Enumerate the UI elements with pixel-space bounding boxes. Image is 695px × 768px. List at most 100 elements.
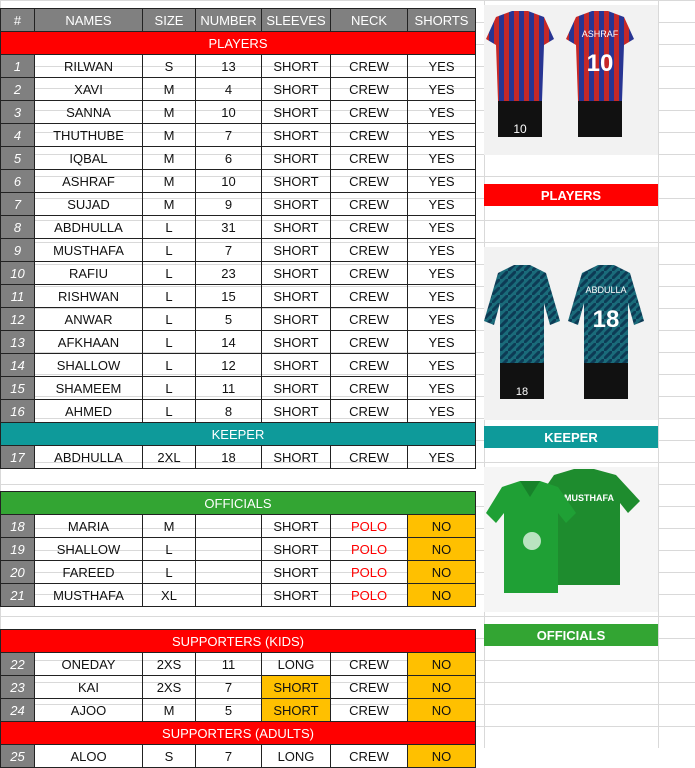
cell-neck[interactable]: CREW (330, 100, 408, 124)
cell-sleeves[interactable]: SHORT (261, 238, 331, 262)
cell-index[interactable]: 1 (0, 54, 35, 78)
cell-number[interactable]: 11 (195, 652, 262, 676)
cell-neck[interactable]: CREW (330, 399, 408, 423)
cell-name[interactable]: FAREED (34, 560, 143, 584)
cell-size[interactable]: 2XL (142, 445, 196, 469)
header-shorts[interactable]: SHORTS (407, 8, 476, 32)
cell-sleeves[interactable]: SHORT (261, 698, 331, 722)
cell-shorts[interactable]: YES (407, 100, 476, 124)
cell-shorts[interactable]: YES (407, 77, 476, 101)
cell-index[interactable]: 12 (0, 307, 35, 331)
empty-cell[interactable] (1, 607, 35, 630)
cell-name[interactable]: SHALLOW (34, 353, 143, 377)
cell-number[interactable]: 15 (195, 284, 262, 308)
cell-name[interactable]: KAI (34, 675, 143, 699)
cell-number[interactable]: 31 (195, 215, 262, 239)
cell-name[interactable]: MUSTHAFA (34, 238, 143, 262)
cell-number[interactable]: 9 (195, 192, 262, 216)
cell-size[interactable]: L (142, 353, 196, 377)
cell-shorts[interactable]: YES (407, 238, 476, 262)
empty-cell[interactable] (331, 607, 408, 630)
cell-shorts[interactable]: YES (407, 261, 476, 285)
cell-index[interactable]: 20 (0, 560, 35, 584)
cell-name[interactable]: ONEDAY (34, 652, 143, 676)
cell-number[interactable] (195, 514, 262, 538)
cell-name[interactable]: ABDHULLA (34, 215, 143, 239)
cell-neck[interactable]: CREW (330, 353, 408, 377)
cell-number[interactable]: 7 (195, 675, 262, 699)
header-size[interactable]: SIZE (142, 8, 196, 32)
cell-index[interactable]: 4 (0, 123, 35, 147)
empty-cell[interactable] (262, 607, 331, 630)
cell-name[interactable]: SUJAD (34, 192, 143, 216)
cell-neck[interactable]: CREW (330, 376, 408, 400)
cell-sleeves[interactable]: SHORT (261, 123, 331, 147)
cell-number[interactable]: 23 (195, 261, 262, 285)
cell-neck[interactable]: CREW (330, 169, 408, 193)
cell-name[interactable]: RILWAN (34, 54, 143, 78)
cell-name[interactable]: ANWAR (34, 307, 143, 331)
cell-neck[interactable]: CREW (330, 330, 408, 354)
cell-number[interactable]: 14 (195, 330, 262, 354)
cell-index[interactable]: 15 (0, 376, 35, 400)
cell-shorts[interactable]: YES (407, 284, 476, 308)
cell-sleeves[interactable]: SHORT (261, 169, 331, 193)
cell-number[interactable]: 10 (195, 100, 262, 124)
cell-name[interactable]: THUTHUBE (34, 123, 143, 147)
cell-sleeves[interactable]: SHORT (261, 261, 331, 285)
cell-neck[interactable]: POLO (330, 537, 408, 561)
cell-index[interactable]: 8 (0, 215, 35, 239)
empty-cell[interactable] (196, 469, 262, 492)
cell-shorts[interactable]: YES (407, 169, 476, 193)
cell-size[interactable]: L (142, 399, 196, 423)
cell-number[interactable]: 5 (195, 698, 262, 722)
cell-number[interactable]: 7 (195, 238, 262, 262)
section-title-supporters_kids[interactable]: SUPPORTERS (KIDS) (0, 629, 476, 653)
cell-index[interactable]: 9 (0, 238, 35, 262)
cell-shorts[interactable]: NO (407, 675, 476, 699)
cell-size[interactable]: L (142, 215, 196, 239)
cell-shorts[interactable]: YES (407, 376, 476, 400)
cell-index[interactable]: 11 (0, 284, 35, 308)
header-sleeves[interactable]: SLEEVES (261, 8, 331, 32)
cell-index[interactable]: 3 (0, 100, 35, 124)
cell-size[interactable]: M (142, 77, 196, 101)
cell-number[interactable]: 12 (195, 353, 262, 377)
cell-name[interactable]: RAFIU (34, 261, 143, 285)
cell-neck[interactable]: CREW (330, 445, 408, 469)
cell-number[interactable]: 11 (195, 376, 262, 400)
cell-sleeves[interactable]: SHORT (261, 445, 331, 469)
cell-number[interactable]: 4 (195, 77, 262, 101)
cell-neck[interactable]: CREW (330, 261, 408, 285)
cell-shorts[interactable]: YES (407, 146, 476, 170)
cell-sleeves[interactable]: SHORT (261, 307, 331, 331)
cell-index[interactable]: 13 (0, 330, 35, 354)
cell-number[interactable]: 7 (195, 123, 262, 147)
cell-neck[interactable]: CREW (330, 77, 408, 101)
cell-shorts[interactable]: YES (407, 330, 476, 354)
cell-index[interactable]: 19 (0, 537, 35, 561)
cell-name[interactable]: SHAMEEM (34, 376, 143, 400)
cell-sleeves[interactable]: SHORT (261, 560, 331, 584)
cell-sleeves[interactable]: SHORT (261, 146, 331, 170)
cell-size[interactable]: 2XS (142, 675, 196, 699)
cell-sleeves[interactable]: SHORT (261, 192, 331, 216)
cell-name[interactable]: RISHWAN (34, 284, 143, 308)
empty-cell[interactable] (331, 469, 408, 492)
cell-index[interactable]: 17 (0, 445, 35, 469)
cell-index[interactable]: 18 (0, 514, 35, 538)
cell-size[interactable]: L (142, 560, 196, 584)
section-title-players[interactable]: PLAYERS (0, 31, 476, 55)
cell-neck[interactable]: CREW (330, 652, 408, 676)
cell-name[interactable]: AJOO (34, 698, 143, 722)
cell-name[interactable]: MARIA (34, 514, 143, 538)
cell-sleeves[interactable]: SHORT (261, 537, 331, 561)
cell-neck[interactable]: CREW (330, 215, 408, 239)
cell-sleeves[interactable]: SHORT (261, 330, 331, 354)
cell-sleeves[interactable]: SHORT (261, 100, 331, 124)
cell-shorts[interactable]: NO (407, 537, 476, 561)
cell-neck[interactable]: CREW (330, 54, 408, 78)
cell-size[interactable]: L (142, 330, 196, 354)
cell-size[interactable]: S (142, 54, 196, 78)
cell-neck[interactable]: CREW (330, 675, 408, 699)
